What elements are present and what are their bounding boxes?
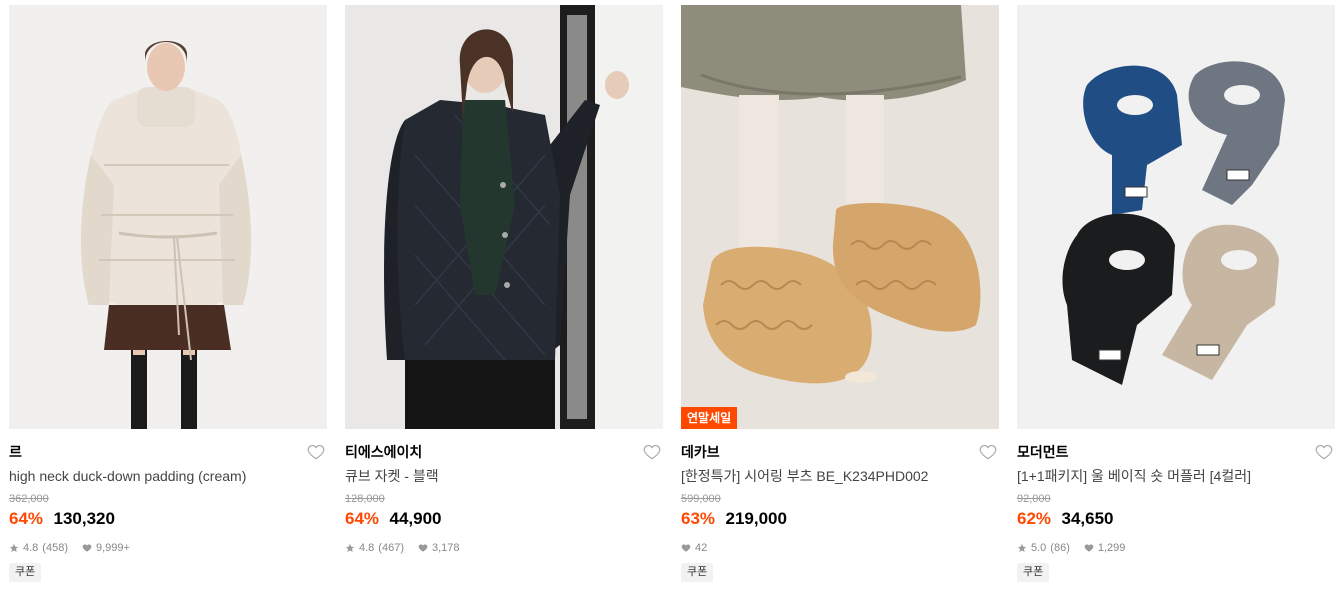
product-card[interactable]: 모더먼트 [1+1패키지] 울 베이직 숏 머플러 [4컬러] 92,000 6…	[1017, 5, 1335, 582]
heart-outline-icon[interactable]	[307, 443, 325, 461]
review-count: (467)	[378, 542, 404, 554]
product-image[interactable]: 연말세일	[681, 5, 999, 429]
product-card[interactable]: 연말세일 데카브 [한정특가] 시어링 부츠 BE_K234PHD002 599…	[681, 5, 999, 582]
original-price: 599,000	[681, 493, 721, 505]
heart-filled-icon	[681, 544, 691, 552]
product-meta: 42	[681, 541, 999, 555]
product-image[interactable]	[1017, 5, 1335, 429]
product-meta: 4.8 (458) 9,999+	[9, 541, 327, 555]
brand-name[interactable]: 티에스에이치	[345, 444, 422, 460]
rating-value: 4.8	[359, 542, 375, 554]
coupon-badge: 쿠폰	[681, 563, 714, 582]
brand-name[interactable]: 모더먼트	[1017, 444, 1069, 460]
product-meta: 5.0 (86) 1,299	[1017, 541, 1335, 555]
coupon-badge: 쿠폰	[1017, 563, 1050, 582]
product-grid: 르 high neck duck-down padding (cream) 36…	[0, 0, 1344, 602]
product-meta: 4.8 (467) 3,178	[345, 541, 663, 555]
heart-outline-icon[interactable]	[979, 443, 997, 461]
rating-value: 4.8	[23, 542, 39, 554]
product-image[interactable]	[345, 5, 663, 429]
like-count: 1,299	[1097, 542, 1126, 554]
heart-filled-icon	[418, 544, 428, 552]
product-card[interactable]: 르 high neck duck-down padding (cream) 36…	[9, 5, 327, 582]
review-count: (86)	[1050, 542, 1070, 554]
sale-price: 219,000	[725, 509, 787, 528]
discount-rate: 64%	[345, 509, 380, 528]
discount-rate: 62%	[1017, 509, 1052, 528]
star-icon	[345, 543, 355, 552]
star-icon	[1017, 543, 1027, 552]
brand-name[interactable]: 르	[9, 444, 22, 460]
brand-name[interactable]: 데카브	[681, 444, 720, 460]
like-count: 3,178	[431, 542, 460, 554]
heart-filled-icon	[82, 544, 92, 552]
discount-rate: 63%	[681, 509, 716, 528]
product-title[interactable]: 큐브 자켓 - 블랙	[345, 467, 663, 485]
discount-rate: 64%	[9, 509, 44, 528]
heart-filled-icon	[1084, 544, 1094, 552]
rating-value: 5.0	[1031, 542, 1047, 554]
sale-price: 44,900	[389, 509, 442, 528]
review-count: (458)	[42, 542, 68, 554]
like-count: 42	[695, 542, 708, 554]
like-count: 9,999+	[95, 542, 130, 554]
sale-badge: 연말세일	[681, 407, 738, 429]
original-price: 128,000	[345, 493, 385, 505]
original-price: 92,000	[1017, 493, 1051, 505]
heart-outline-icon[interactable]	[1315, 443, 1333, 461]
product-title[interactable]: high neck duck-down padding (cream)	[9, 467, 327, 485]
original-price: 362,000	[9, 493, 49, 505]
product-card[interactable]: 티에스에이치 큐브 자켓 - 블랙 128,000 64% 44,900 4.8…	[345, 5, 663, 555]
sale-price: 34,650	[1061, 509, 1114, 528]
heart-outline-icon[interactable]	[643, 443, 661, 461]
star-icon	[9, 543, 19, 552]
product-image[interactable]	[9, 5, 327, 429]
sale-price: 130,320	[53, 509, 115, 528]
coupon-badge: 쿠폰	[9, 563, 42, 582]
product-title[interactable]: [한정특가] 시어링 부츠 BE_K234PHD002	[681, 467, 999, 485]
product-title[interactable]: [1+1패키지] 울 베이직 숏 머플러 [4컬러]	[1017, 467, 1335, 485]
